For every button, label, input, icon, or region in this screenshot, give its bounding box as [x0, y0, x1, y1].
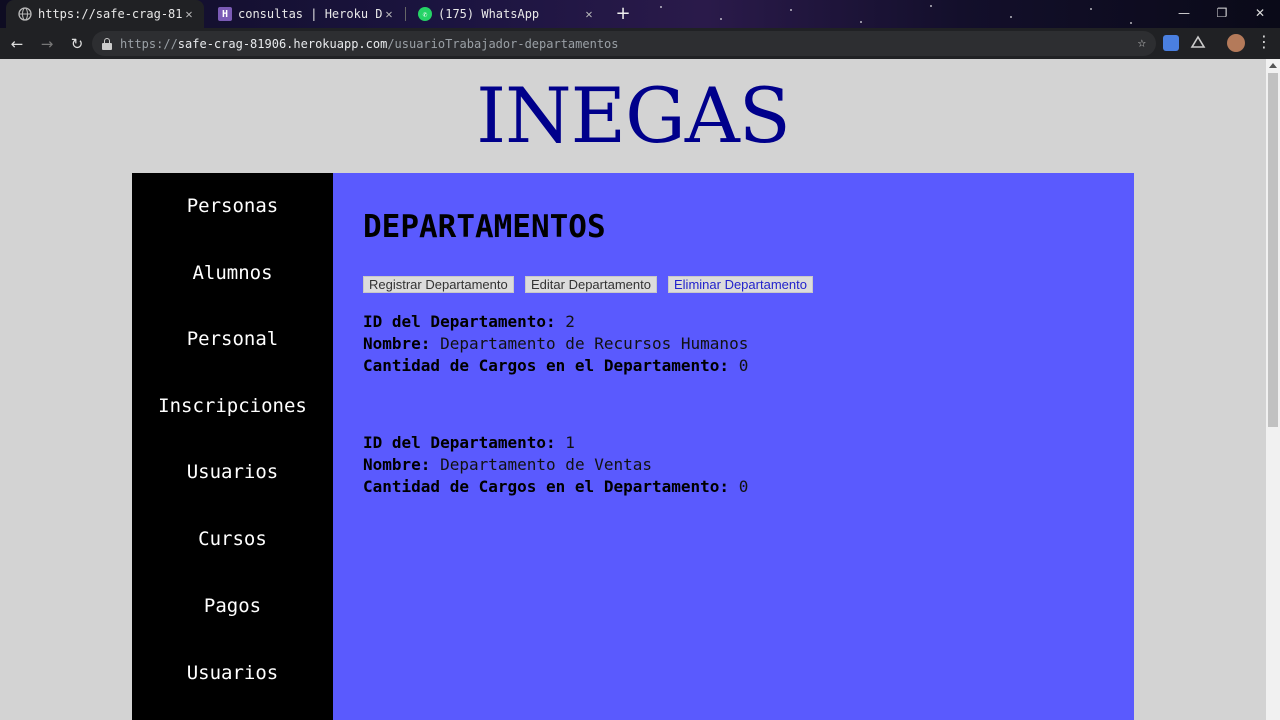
forward-icon[interactable]: →: [34, 31, 60, 57]
tab-close-icon[interactable]: ✕: [382, 7, 396, 21]
sidebar-item-cursos[interactable]: Cursos: [132, 528, 333, 550]
reload-icon[interactable]: ↻: [64, 31, 90, 57]
count-label: Cantidad de Cargos en el Departamento:: [363, 356, 730, 375]
menu-dots-icon[interactable]: ⋮: [1256, 33, 1272, 51]
main-content: DEPARTAMENTOS Registrar Departamento Edi…: [333, 173, 1134, 720]
name-label: Nombre:: [363, 455, 431, 474]
lock-icon: [102, 37, 112, 50]
delete-department-button[interactable]: Eliminar Departamento: [668, 276, 813, 293]
tab-heroku[interactable]: H consultas | Heroku Da ✕: [206, 0, 404, 28]
globe-icon: [18, 7, 32, 21]
department-record: ID del Departamento: 1 Nombre: Departame…: [363, 432, 748, 498]
tab-whatsapp[interactable]: ✆ (175) WhatsApp ✕: [406, 0, 604, 28]
tab-title: (175) WhatsApp: [438, 7, 540, 21]
toolbar: ← → ↻ https://safe-crag-81906.herokuapp.…: [0, 28, 1280, 59]
url-path: /usuarioTrabajador-departamentos: [387, 36, 619, 51]
restore-icon[interactable]: ❐: [1202, 0, 1242, 28]
sidebar-item-personas[interactable]: Personas: [132, 195, 333, 217]
sidebar: Personas Alumnos Personal Inscripciones …: [132, 173, 333, 720]
record-name-line: Nombre: Departamento de Recursos Humanos: [363, 333, 748, 355]
scroll-up-icon[interactable]: [1269, 63, 1277, 68]
site-logo: INEGAS: [476, 71, 791, 160]
record-count-line: Cantidad de Cargos en el Departamento: 0: [363, 476, 748, 498]
id-label: ID del Departamento:: [363, 433, 556, 452]
new-tab-button[interactable]: +: [613, 4, 633, 24]
bookmark-star-icon[interactable]: ☆: [1138, 35, 1146, 51]
edit-department-button[interactable]: Editar Departamento: [525, 276, 657, 293]
url-host: safe-crag-81906.herokuapp.com: [177, 36, 388, 51]
page-scrollbar[interactable]: [1266, 59, 1280, 720]
url-scheme: https://: [120, 36, 178, 51]
drive-extension-icon[interactable]: [1190, 35, 1206, 51]
tab-close-icon[interactable]: ✕: [582, 7, 596, 21]
heroku-icon: H: [218, 7, 232, 21]
name-value: Departamento de Ventas: [440, 455, 652, 474]
register-department-button[interactable]: Registrar Departamento: [363, 276, 514, 293]
tab-close-icon[interactable]: ✕: [182, 7, 196, 21]
count-value: 0: [738, 477, 749, 496]
id-value: 1: [565, 433, 575, 452]
tab-strip: https://safe-crag-81906 ✕ H consultas | …: [0, 0, 1280, 28]
close-window-icon[interactable]: ✕: [1240, 0, 1280, 28]
record-id-line: ID del Departamento: 2: [363, 311, 748, 333]
tab-safe-crag[interactable]: https://safe-crag-81906 ✕: [6, 0, 204, 28]
count-label: Cantidad de Cargos en el Departamento:: [363, 477, 730, 496]
avatar[interactable]: [1227, 34, 1245, 52]
name-value: Departamento de Recursos Humanos: [440, 334, 749, 353]
page-viewport: INEGAS Personas Alumnos Personal Inscrip…: [0, 59, 1266, 720]
minimize-icon[interactable]: —: [1164, 0, 1204, 28]
sidebar-item-usuarios[interactable]: Usuarios: [132, 461, 333, 483]
back-icon[interactable]: ←: [4, 31, 30, 57]
tab-title: consultas | Heroku Da: [238, 7, 382, 21]
translate-extension-icon[interactable]: [1163, 35, 1179, 51]
sidebar-item-personal[interactable]: Personal: [132, 328, 333, 350]
name-label: Nombre:: [363, 334, 431, 353]
id-value: 2: [565, 312, 575, 331]
id-label: ID del Departamento:: [363, 312, 556, 331]
count-value: 0: [738, 356, 749, 375]
page-title: DEPARTAMENTOS: [363, 209, 606, 245]
record-name-line: Nombre: Departamento de Ventas: [363, 454, 748, 476]
scrollbar-thumb[interactable]: [1268, 73, 1278, 427]
record-count-line: Cantidad de Cargos en el Departamento: 0: [363, 355, 748, 377]
sidebar-item-inscripciones[interactable]: Inscripciones: [132, 395, 333, 417]
sidebar-item-pagos[interactable]: Pagos: [132, 595, 333, 617]
sidebar-item-alumnos[interactable]: Alumnos: [132, 262, 333, 284]
sidebar-item-usuarios-2[interactable]: Usuarios: [132, 662, 333, 684]
department-record: ID del Departamento: 2 Nombre: Departame…: [363, 311, 748, 377]
record-id-line: ID del Departamento: 1: [363, 432, 748, 454]
whatsapp-icon: ✆: [418, 7, 432, 21]
tab-title: https://safe-crag-81906: [38, 7, 182, 21]
address-bar[interactable]: https://safe-crag-81906.herokuapp.com/us…: [92, 31, 1156, 56]
